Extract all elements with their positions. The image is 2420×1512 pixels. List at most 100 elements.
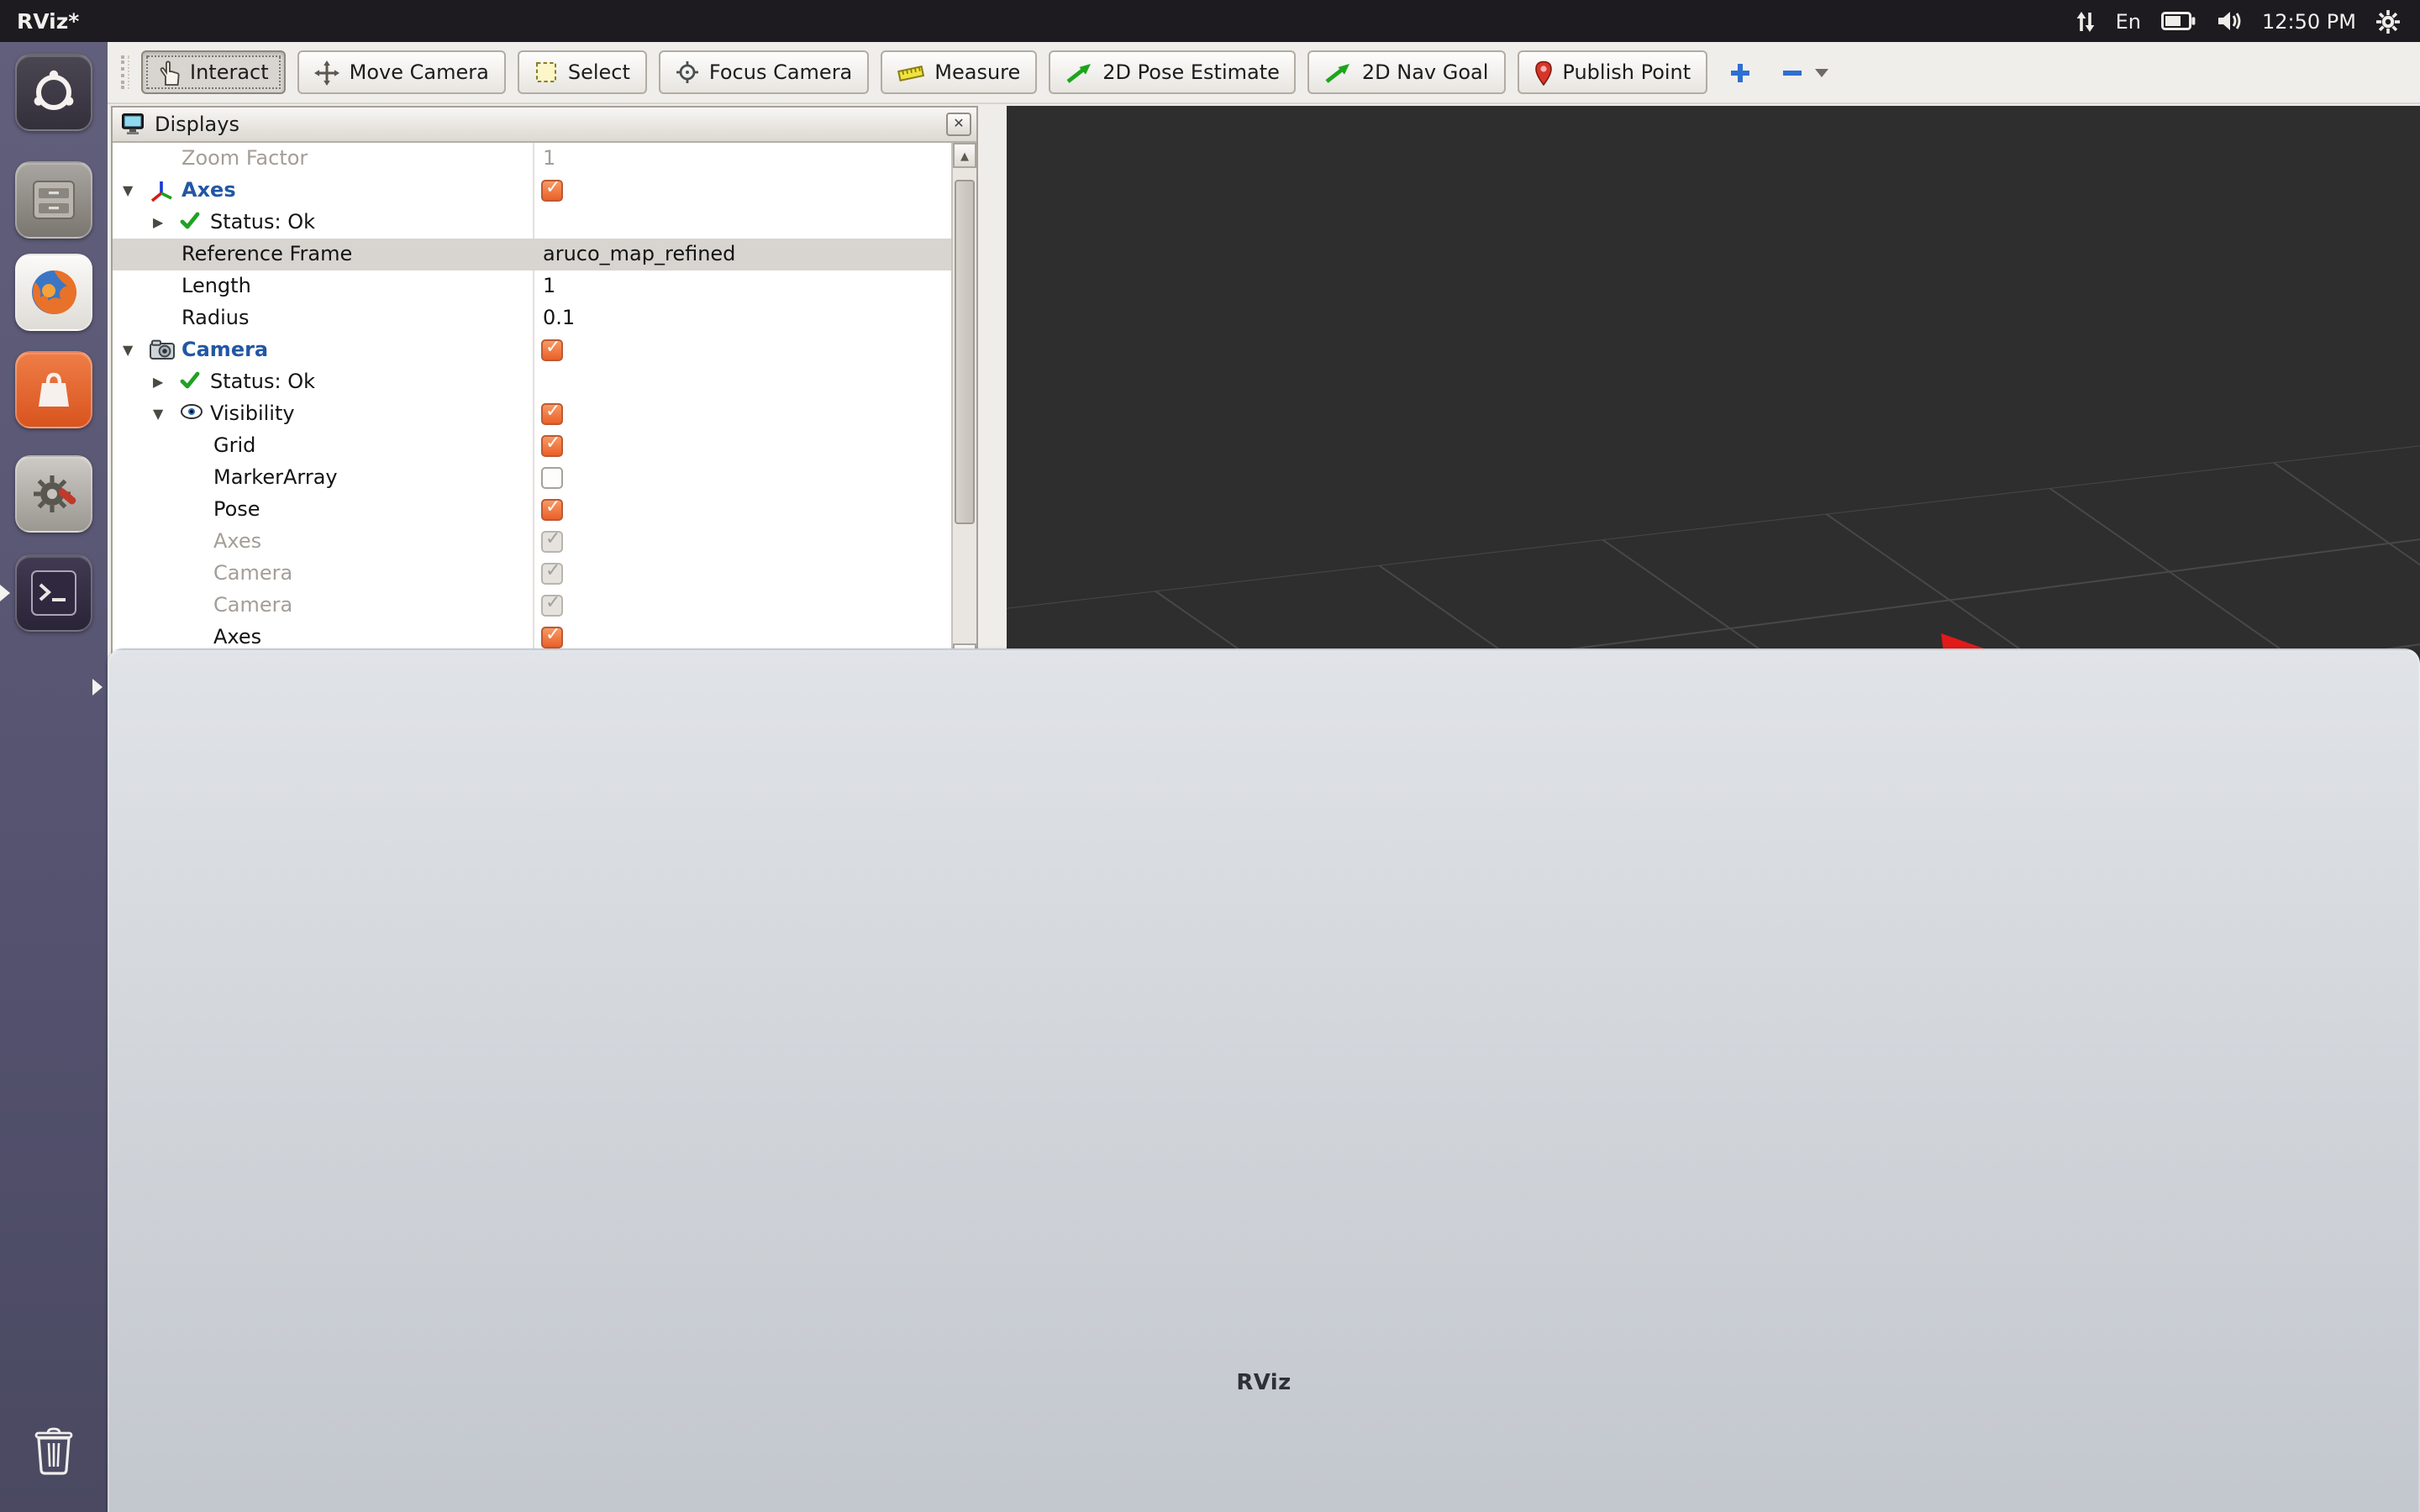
tree-row-status-ok[interactable]: Status: Ok	[113, 366, 951, 398]
expand-arrow-icon[interactable]	[153, 398, 163, 430]
volume-icon[interactable]	[2217, 10, 2242, 32]
checkbox[interactable]	[541, 591, 563, 617]
checkbox[interactable]	[541, 176, 563, 202]
tool-interact[interactable]: Interact	[141, 50, 286, 94]
property-label: Status: Ok	[210, 210, 315, 234]
camera-icon	[150, 339, 175, 360]
displays-tree: Zoom Factor 1 Axes Status: Ok Reference Fram…	[113, 143, 951, 669]
checkbox[interactable]	[541, 431, 563, 457]
tree-row-camera[interactable]: Camera	[113, 590, 951, 622]
launcher-item-terminal[interactable]	[0, 554, 92, 632]
launcher-item-system-settings[interactable]	[15, 455, 92, 533]
tree-row-markerarray[interactable]: MarkerArray	[113, 462, 951, 494]
launcher-item-firefox[interactable]	[15, 254, 92, 331]
running-indicator-icon	[0, 585, 10, 601]
checkbox[interactable]	[541, 559, 563, 585]
tree-row-pose[interactable]: Pose	[113, 494, 951, 526]
scrollbar-thumb[interactable]	[955, 180, 975, 524]
checkbox[interactable]	[541, 495, 563, 521]
close-icon[interactable]	[946, 113, 971, 136]
property-label: Reference Frame	[182, 242, 353, 265]
property-label: Status: Ok	[210, 370, 315, 393]
tool-plus-icon[interactable]	[1719, 50, 1761, 94]
property-label: Grid	[213, 433, 256, 457]
expand-arrow-icon[interactable]	[123, 175, 133, 207]
system-tray: En 12:50 PM	[2075, 9, 2420, 33]
tree-row-axes[interactable]: Axes	[113, 175, 951, 207]
green-arrow-icon	[1065, 61, 1092, 83]
property-label: Camera	[182, 338, 269, 361]
displays-scrollbar[interactable]	[951, 143, 976, 669]
monitor-icon	[121, 113, 145, 136]
launcher-item-ubuntu-software[interactable]	[15, 351, 92, 428]
tool-label: 2D Pose Estimate	[1102, 60, 1280, 84]
launcher-item-dash[interactable]	[15, 54, 92, 131]
launcher-item-files[interactable]	[15, 161, 92, 239]
toolbar-drag-handle[interactable]	[121, 55, 129, 89]
checkbox[interactable]	[541, 622, 563, 648]
expand-arrow-icon[interactable]	[153, 207, 163, 239]
property-label: MarkerArray	[213, 465, 338, 489]
measure-icon	[897, 61, 925, 83]
tree-row-axes[interactable]: Axes	[113, 526, 951, 558]
trash-icon	[32, 1425, 76, 1475]
battery-icon[interactable]	[2161, 12, 2196, 30]
tree-row-camera[interactable]: Camera	[113, 334, 951, 366]
checkbox[interactable]	[541, 399, 563, 425]
property-label: Visibility	[210, 402, 295, 425]
tool-move-camera[interactable]: Move Camera	[297, 50, 506, 94]
tree-row-visibility[interactable]: Visibility	[113, 398, 951, 430]
ubuntu-top-bar: RViz* En 12:50 PM	[0, 0, 2420, 42]
tool-label: 2D Nav Goal	[1361, 60, 1489, 84]
tree-row-radius[interactable]: Radius 0.1	[113, 302, 951, 334]
expand-arrow-icon[interactable]	[123, 334, 133, 366]
property-label: Axes	[182, 178, 236, 202]
launcher-item-rviz[interactable]: RViz	[92, 648, 2420, 1512]
property-label: Camera	[213, 561, 293, 585]
focus-camera-icon	[676, 60, 699, 84]
tree-row-camera[interactable]: Camera	[113, 558, 951, 590]
launcher: RViz	[0, 42, 2420, 1512]
displays-panel-header[interactable]: Displays	[113, 108, 976, 143]
tool-select[interactable]: Select	[517, 50, 647, 94]
property-value: aruco_map_refined	[543, 242, 736, 265]
axes-icon	[150, 180, 173, 203]
tool-minus-icon[interactable]	[1773, 50, 1837, 94]
keyboard-arrows-icon[interactable]	[2075, 9, 2096, 33]
tool-2d-nav-goal[interactable]: 2D Nav Goal	[1307, 50, 1506, 94]
red-pin-icon	[1534, 60, 1552, 85]
tool-label: Publish Point	[1562, 60, 1691, 84]
firefox-icon	[27, 265, 81, 319]
checkbox[interactable]	[541, 335, 563, 361]
green-arrow-icon	[1325, 61, 1352, 83]
tool-publish-point[interactable]: Publish Point	[1517, 50, 1708, 94]
tree-row-reference-frame[interactable]: Reference Frame aruco_map_refined	[113, 239, 951, 270]
property-label: Axes	[213, 529, 262, 553]
language-indicator[interactable]: En	[2116, 9, 2141, 33]
clock[interactable]: 12:50 PM	[2262, 9, 2356, 33]
checkbox[interactable]	[541, 527, 563, 553]
tree-row-length[interactable]: Length 1	[113, 270, 951, 302]
property-value: 0.1	[543, 306, 576, 329]
tree-row-grid[interactable]: Grid	[113, 430, 951, 462]
tool-label: Select	[567, 60, 630, 84]
tool-label: Move Camera	[349, 60, 489, 84]
scroll-up-icon[interactable]	[953, 143, 976, 168]
dropdown-caret-icon	[1815, 68, 1829, 76]
tree-row-zoom-factor[interactable]: Zoom Factor 1	[113, 143, 951, 175]
tool-label: Interact	[190, 60, 269, 84]
tool-2d-pose-estimate[interactable]: 2D Pose Estimate	[1049, 50, 1297, 94]
tool-measure[interactable]: Measure	[881, 50, 1038, 94]
property-label: Length	[182, 274, 251, 297]
launcher-item-trash[interactable]	[15, 1411, 92, 1488]
screen: RViz* En 12:50 PM RViz Interact Move Camer…	[0, 0, 2420, 1512]
session-gear-icon[interactable]	[2376, 9, 2400, 33]
tree-row-status-ok[interactable]: Status: Ok	[113, 207, 951, 239]
tool-focus-camera[interactable]: Focus Camera	[658, 50, 870, 94]
expand-arrow-icon[interactable]	[153, 366, 163, 398]
move-camera-icon	[313, 60, 339, 85]
minus-icon	[1781, 61, 1803, 83]
checkbox[interactable]	[541, 467, 563, 489]
tool-label: Focus Camera	[708, 60, 853, 84]
plus-icon	[1728, 60, 1753, 85]
